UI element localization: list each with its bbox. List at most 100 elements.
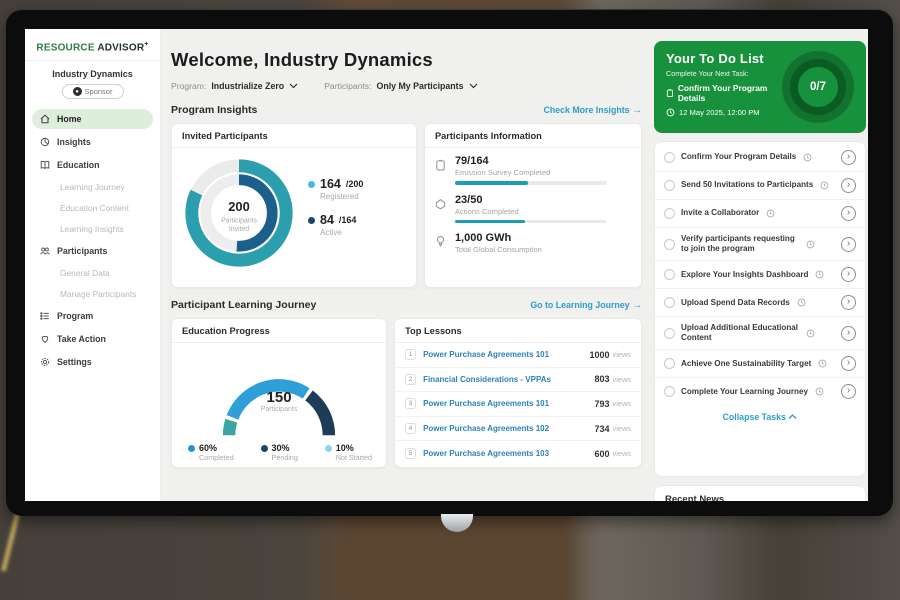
lesson-rank: 2: [405, 374, 416, 385]
task-go-button[interactable]: ›: [841, 356, 856, 371]
gauge-legend: 60% Completed 30% Pending 10% Not Starte…: [172, 441, 386, 462]
check-more-insights-link[interactable]: Check More Insights →: [544, 105, 643, 116]
task-checkbox[interactable]: [664, 386, 675, 397]
lesson-title-link[interactable]: Power Purchase Agreements 102: [423, 424, 594, 433]
sidebar-item-general-data[interactable]: General Data: [32, 264, 153, 282]
sidebar-item-learning-insights[interactable]: Learning Insights: [32, 220, 153, 238]
education-progress-card: Education Progress 150 Participants: [171, 318, 387, 468]
legend-label: Completed: [199, 453, 234, 462]
task-checkbox[interactable]: [664, 208, 675, 219]
participants-select[interactable]: Participants: Only My Participants: [324, 81, 477, 91]
todo-task-row[interactable]: Upload Spend Data Records ›: [655, 289, 865, 317]
sidebar-item-education[interactable]: Education: [32, 155, 153, 175]
task-go-button[interactable]: ›: [841, 150, 856, 165]
task-checkbox[interactable]: [664, 297, 675, 308]
legend-dot: [308, 181, 315, 188]
lesson-rank: 3: [405, 398, 416, 409]
todo-task-row[interactable]: Complete Your Learning Journey ›: [655, 378, 865, 405]
task-label: Explore Your Insights Dashboard: [681, 270, 808, 280]
stat-value: 79/164: [455, 155, 607, 167]
sidebar: RESOURCE ADVISOR+ Industry Dynamics ● Sp…: [25, 29, 161, 501]
task-checkbox[interactable]: [664, 328, 675, 339]
task-checkbox[interactable]: [664, 239, 675, 250]
sidebar-item-learning-journey[interactable]: Learning Journey: [32, 178, 153, 196]
task-checkbox[interactable]: [664, 358, 675, 369]
lesson-row[interactable]: 5 Power Purchase Agreements 103 600 view…: [395, 441, 641, 466]
task-go-button[interactable]: ›: [841, 267, 856, 282]
home-icon: [39, 113, 51, 125]
lesson-title-link[interactable]: Financial Considerations - VPPAs: [423, 375, 594, 384]
sponsor-badge-icon: ●: [73, 87, 82, 96]
lesson-row[interactable]: 1 Power Purchase Agreements 101 1000 vie…: [395, 343, 641, 368]
task-checkbox[interactable]: [664, 269, 675, 280]
gauge-body: 150 Participants 60% Completed 30% Pendi…: [172, 343, 386, 462]
program-select[interactable]: Program: Industrialize Zero: [171, 81, 298, 91]
lesson-row[interactable]: 3 Power Purchase Agreements 101 793 view…: [395, 392, 641, 417]
sidebar-item-label: Participants: [57, 246, 107, 256]
task-go-button[interactable]: ›: [841, 384, 856, 399]
lesson-views-suffix: views: [613, 449, 631, 458]
todo-task-row[interactable]: Send 50 Invitations to Participants ›: [655, 172, 865, 200]
lesson-views-suffix: views: [613, 375, 631, 384]
sidebar-subitem-label: Learning Journey: [60, 182, 125, 192]
lesson-title-link[interactable]: Power Purchase Agreements 101: [423, 399, 594, 408]
legend-item-active: 84/164 Active: [308, 213, 363, 237]
task-go-button[interactable]: ›: [841, 237, 856, 252]
task-label: Achieve One Sustainability Target: [681, 359, 811, 369]
todo-task-row[interactable]: Achieve One Sustainability Target ›: [655, 350, 865, 378]
task-go-button[interactable]: ›: [841, 295, 856, 310]
sidebar-item-settings[interactable]: Settings: [32, 352, 153, 372]
legend-pct: 10%: [336, 443, 372, 453]
task-go-button[interactable]: ›: [841, 326, 856, 341]
stat-label: Total Global Consumption: [455, 245, 542, 254]
monitor-bezel: RESOURCE ADVISOR+ Industry Dynamics ● Sp…: [6, 9, 893, 516]
task-checkbox[interactable]: [664, 180, 675, 191]
legend-item-not-started: 10% Not Started: [325, 443, 372, 462]
task-go-button[interactable]: ›: [841, 206, 856, 221]
sponsor-badge[interactable]: ● Sponsor: [62, 84, 124, 99]
lessons-list: 1 Power Purchase Agreements 101 1000 vie…: [395, 343, 641, 466]
lesson-row[interactable]: 4 Power Purchase Agreements 102 734 view…: [395, 417, 641, 442]
legend-value: 164: [320, 177, 341, 191]
sidebar-item-manage-participants[interactable]: Manage Participants: [32, 285, 153, 303]
info-body: 79/164 Emission Survey Completed 23/50 A…: [425, 148, 641, 254]
sidebar-subitem-label: Education Content: [60, 203, 129, 213]
legend-total: /164: [339, 215, 357, 225]
legend-pct: 60%: [199, 443, 234, 453]
task-checkbox[interactable]: [664, 152, 675, 163]
insights-cards-row: Invited Participants 200 Participants In…: [171, 123, 642, 288]
collapse-tasks-button[interactable]: Collapse Tasks: [655, 405, 865, 426]
todo-task-row[interactable]: Explore Your Insights Dashboard ›: [655, 261, 865, 289]
sidebar-item-program[interactable]: Program: [32, 306, 153, 326]
todo-task-row[interactable]: Verify participants requesting to join t…: [655, 228, 865, 261]
sidebar-item-insights[interactable]: Insights: [32, 132, 153, 152]
clock-icon: [666, 108, 675, 117]
sidebar-item-participants[interactable]: Participants: [32, 241, 153, 261]
actions-icon: [435, 194, 448, 224]
lesson-views: 793: [594, 399, 609, 409]
lesson-views-suffix: views: [613, 350, 631, 359]
todo-task-row[interactable]: Invite a Collaborator ›: [655, 200, 865, 228]
page-title: Welcome, Industry Dynamics: [171, 49, 642, 71]
lesson-title-link[interactable]: Power Purchase Agreements 103: [423, 449, 594, 458]
todo-next-task[interactable]: Confirm Your Program Details: [666, 83, 782, 103]
lesson-title-link[interactable]: Power Purchase Agreements 101: [423, 350, 589, 359]
legend-dot: [188, 445, 195, 452]
task-go-button[interactable]: ›: [841, 178, 856, 193]
legend-value: 84: [320, 213, 334, 227]
lesson-row[interactable]: 2 Financial Considerations - VPPAs 803 v…: [395, 368, 641, 393]
learning-cards-row: Education Progress 150 Participants: [171, 318, 642, 468]
legend-label: Registered: [320, 192, 363, 201]
todo-due: 12 May 2025, 12:00 PM: [666, 108, 782, 117]
sidebar-item-label: Insights: [57, 137, 91, 147]
sidebar-item-take-action[interactable]: Take Action: [32, 329, 153, 349]
clock-icon: [766, 209, 775, 218]
todo-task-row[interactable]: Confirm Your Program Details ›: [655, 144, 865, 172]
education-icon: [39, 159, 51, 171]
program-label: Program:: [171, 81, 206, 91]
todo-task-row[interactable]: Upload Additional Educational Content ›: [655, 317, 865, 350]
sidebar-item-education-content[interactable]: Education Content: [32, 199, 153, 217]
collapse-label: Collapse Tasks: [723, 412, 786, 422]
go-to-learning-journey-link[interactable]: Go to Learning Journey →: [530, 300, 642, 311]
sidebar-item-home[interactable]: Home: [32, 109, 153, 129]
